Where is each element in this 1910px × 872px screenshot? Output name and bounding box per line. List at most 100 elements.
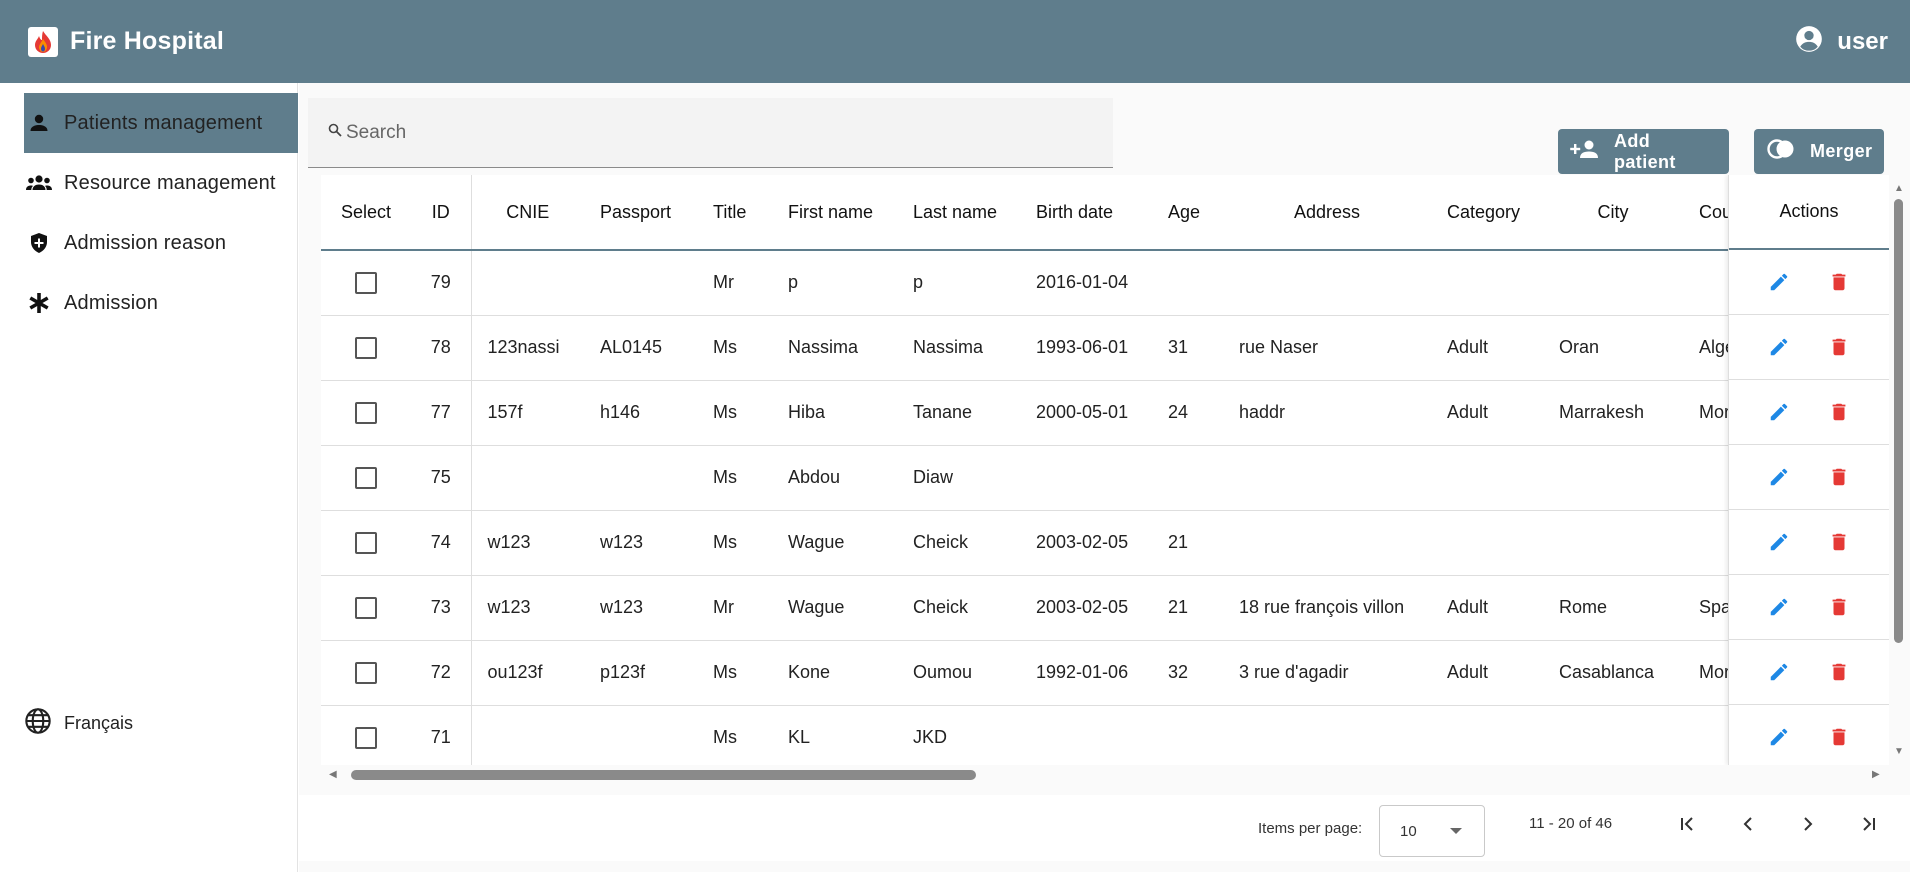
asterisk-icon (24, 288, 54, 318)
edit-pencil-icon[interactable] (1765, 723, 1793, 751)
sidebar-item-patients[interactable]: Patients management (24, 93, 298, 153)
vertical-scrollbar[interactable]: ▲ ▼ (1889, 181, 1909, 761)
language-label: Français (64, 713, 134, 733)
previous-page-button[interactable] (1733, 811, 1763, 841)
scroll-up-arrow-icon[interactable]: ▲ (1894, 183, 1904, 194)
row-checkbox[interactable] (355, 336, 377, 359)
cell-address: 18 rue françois villon (1223, 575, 1431, 641)
cell-city (1543, 250, 1683, 316)
cell-city (1543, 705, 1683, 765)
table-row[interactable]: 78 123nassi AL0145 Ms Nassima Nassima 1993-06-… (321, 315, 1803, 381)
col-header-city[interactable]: City (1543, 175, 1683, 251)
table-row[interactable]: 75 Ms Abdou Diaw (321, 445, 1803, 511)
last-page-button[interactable] (1853, 811, 1883, 841)
col-header-id[interactable]: ID (411, 175, 472, 251)
table-row[interactable]: 79 Mr p p 2016-01-04 (321, 250, 1803, 316)
cell-passport: w123 (584, 510, 697, 576)
cell-age (1152, 250, 1223, 316)
col-header-first-name[interactable]: First name (772, 175, 897, 251)
col-header-title[interactable]: Title (697, 175, 772, 251)
page-size-select[interactable]: 10 (1379, 805, 1485, 857)
row-checkbox[interactable] (355, 726, 377, 749)
paginator: Items per page: 10 11 - 20 of 46 (299, 795, 1910, 861)
col-header-passport[interactable]: Passport (584, 175, 697, 251)
cell-birth: 1993-06-01 (1020, 315, 1152, 381)
edit-pencil-icon[interactable] (1765, 333, 1793, 361)
cell-age: 32 (1152, 640, 1223, 706)
horizontal-scrollbar[interactable]: ◀ ▶ (321, 765, 1889, 785)
edit-pencil-icon[interactable] (1765, 593, 1793, 621)
cell-city: Oran (1543, 315, 1683, 381)
edit-pencil-icon[interactable] (1765, 398, 1793, 426)
cell-address (1223, 250, 1431, 316)
chevron-right-icon (1802, 816, 1814, 837)
table-row[interactable]: 74 w123 w123 Ms Wague Cheick 2003-02-05 21 (321, 510, 1803, 576)
cell-category (1431, 510, 1543, 576)
cell-address: haddr (1223, 380, 1431, 446)
col-header-birth-date[interactable]: Birth date (1020, 175, 1152, 251)
cell-last: Oumou (897, 640, 1020, 706)
cell-cnie: w123 (471, 575, 584, 641)
user-menu[interactable]: user (1795, 0, 1888, 83)
row-checkbox[interactable] (355, 271, 377, 294)
vertical-scroll-thumb[interactable] (1894, 199, 1903, 643)
row-checkbox[interactable] (355, 531, 377, 554)
row-select-cell (321, 250, 411, 316)
cell-first: Abdou (772, 445, 897, 511)
cell-last: Cheick (897, 510, 1020, 576)
row-checkbox[interactable] (355, 401, 377, 424)
person-icon (24, 108, 54, 138)
delete-trash-icon[interactable] (1825, 723, 1853, 751)
table-row[interactable]: 77 157f h146 Ms Hiba Tanane 2000-05-01 24 haddr A… (321, 380, 1803, 446)
table-row[interactable]: 73 w123 w123 Mr Wague Cheick 2003-02-05 21 18 ru… (321, 575, 1803, 641)
sidebar-item-admission[interactable]: Admission (24, 273, 298, 333)
cell-address: rue Naser (1223, 315, 1431, 381)
edit-pencil-icon[interactable] (1765, 528, 1793, 556)
col-header-category[interactable]: Category (1431, 175, 1543, 251)
cell-title: Ms (697, 315, 772, 381)
delete-trash-icon[interactable] (1825, 333, 1853, 361)
table-row[interactable]: 72 ou123f p123f Ms Kone Oumou 1992-01-06 32 3 ru… (321, 640, 1803, 706)
chevron-left-icon (1742, 816, 1754, 837)
delete-trash-icon[interactable] (1825, 268, 1853, 296)
horizontal-scroll-thumb[interactable] (351, 770, 976, 780)
add-patient-button[interactable]: Add patient (1558, 129, 1729, 174)
cell-first: Kone (772, 640, 897, 706)
delete-trash-icon[interactable] (1825, 528, 1853, 556)
cell-first: p (772, 250, 897, 316)
language-switch[interactable]: Français (24, 707, 133, 740)
delete-trash-icon[interactable] (1825, 593, 1853, 621)
cell-id: 75 (411, 445, 472, 511)
cell-passport: AL0145 (584, 315, 697, 381)
delete-trash-icon[interactable] (1825, 398, 1853, 426)
edit-pencil-icon[interactable] (1765, 268, 1793, 296)
sidebar-item-label: Admission (64, 291, 159, 314)
scroll-right-arrow-icon[interactable]: ▶ (1872, 769, 1880, 780)
col-header-age[interactable]: Age (1152, 175, 1223, 251)
row-select-cell (321, 510, 411, 576)
edit-pencil-icon[interactable] (1765, 658, 1793, 686)
row-checkbox[interactable] (355, 466, 377, 489)
row-actions (1729, 575, 1889, 640)
delete-trash-icon[interactable] (1825, 463, 1853, 491)
table-row[interactable]: 71 Ms KL JKD (321, 705, 1803, 765)
col-header-address[interactable]: Address (1223, 175, 1431, 251)
next-page-button[interactable] (1793, 811, 1823, 841)
row-checkbox[interactable] (355, 661, 377, 684)
merge-button[interactable]: Merger (1754, 129, 1884, 174)
sidebar-item-admission-reason[interactable]: Admission reason (24, 213, 298, 273)
delete-trash-icon[interactable] (1825, 658, 1853, 686)
col-header-cnie[interactable]: CNIE (471, 175, 584, 251)
scroll-down-arrow-icon[interactable]: ▼ (1894, 746, 1904, 757)
row-checkbox[interactable] (355, 596, 377, 619)
search-input[interactable] (346, 121, 1106, 144)
first-page-button[interactable] (1673, 811, 1703, 841)
col-header-last-name[interactable]: Last name (897, 175, 1020, 251)
sidebar-item-resources[interactable]: Resource management (24, 153, 298, 213)
search-bar[interactable] (308, 98, 1113, 168)
scroll-left-arrow-icon[interactable]: ◀ (329, 769, 337, 780)
cell-category (1431, 250, 1543, 316)
cell-cnie (471, 445, 584, 511)
cell-id: 72 (411, 640, 472, 706)
edit-pencil-icon[interactable] (1765, 463, 1793, 491)
